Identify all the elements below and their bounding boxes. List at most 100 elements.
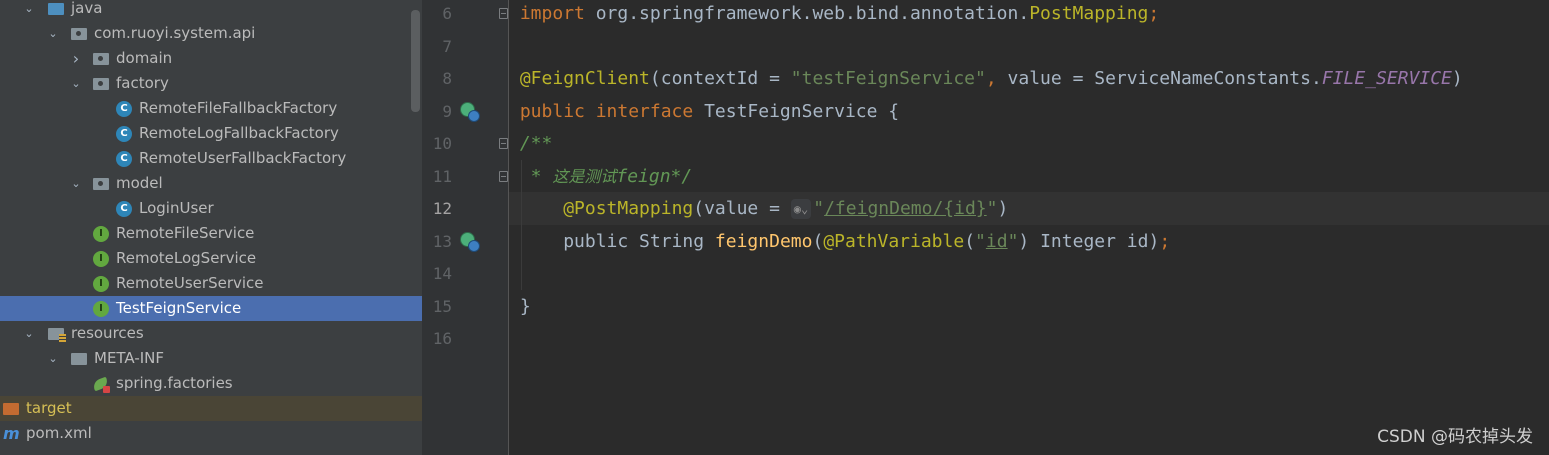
tree-item-meta-inf[interactable]: ⌄ META-INF	[0, 346, 422, 371]
tree-item-target[interactable]: target	[0, 396, 422, 421]
code-token: ;	[1159, 230, 1171, 252]
web-endpoint-gutter-icon[interactable]	[460, 231, 480, 252]
tree-item-testfeignservice[interactable]: I TestFeignService	[0, 296, 422, 321]
code-line[interactable]: @PostMapping(value = ◉⌄ "/feignDemo/{id}"…	[509, 192, 1549, 225]
code-token: @FeignClient	[519, 68, 650, 89]
code-line[interactable]: public interface TestFeignService {	[509, 95, 1549, 128]
tree-item-label: pom.xml	[26, 424, 92, 442]
code-token: @PostMapping	[563, 198, 694, 219]
tree-item-spring-factories[interactable]: spring.factories	[0, 371, 422, 396]
fold-marker-icon[interactable]	[499, 8, 508, 19]
tree-item-label: RemoteUserFallbackFactory	[139, 149, 347, 167]
tree-item-label: RemoteUserService	[116, 274, 264, 292]
tree-item-factory[interactable]: ⌄ factory	[0, 71, 422, 96]
excluded-folder-icon	[3, 401, 19, 417]
tree-item-label: LoginUser	[139, 199, 214, 217]
code-line[interactable]	[509, 257, 1549, 290]
code-token: org.springframework.web.bind.annotation.	[595, 3, 1030, 24]
chevron-down-icon[interactable]: ⌄	[22, 0, 36, 21]
code-token: import	[519, 3, 596, 24]
fold-marker-icon[interactable]	[499, 138, 508, 149]
code-token: /**	[519, 133, 553, 154]
code-line[interactable]: import org.springframework.web.bind.anno…	[509, 0, 1549, 30]
chevron-right-icon[interactable]: ›	[69, 46, 83, 71]
code-token: "testFeignService"	[790, 68, 986, 89]
package-icon	[93, 176, 109, 192]
line-number: 14	[432, 264, 452, 283]
line-number: 6	[442, 4, 452, 23]
interface-icon: I	[93, 301, 109, 317]
code-line[interactable]: }	[509, 290, 1549, 323]
code-token: feignDemo	[714, 230, 813, 252]
tree-item-remotefileservice[interactable]: I RemoteFileService	[0, 221, 422, 246]
tree-item-remoteuserservice[interactable]: I RemoteUserService	[0, 271, 422, 296]
class-icon: C	[116, 201, 132, 217]
code-token: "	[975, 230, 986, 252]
line-number: 15	[432, 296, 452, 316]
tree-item-label: TestFeignService	[116, 299, 242, 317]
code-token: ,	[985, 68, 1008, 89]
code-editor[interactable]: import org.springframework.web.bind.anno…	[509, 0, 1549, 455]
tree-item-label: RemoteFileFallbackFactory	[139, 99, 338, 117]
tree-item-resources[interactable]: ⌄ resources	[0, 321, 422, 346]
code-token: (	[964, 230, 976, 252]
chevron-down-icon[interactable]: ⌄	[46, 21, 60, 46]
fold-marker-icon[interactable]	[499, 170, 508, 182]
ide-window: ⌄ java ⌄ com.ruoyi.system.api › domain ⌄ factor…	[0, 0, 1549, 455]
class-icon: C	[116, 126, 132, 142]
tree-item-remotelogfallbackfactory[interactable]: C RemoteLogFallbackFactory	[0, 121, 422, 146]
interface-icon: I	[93, 251, 109, 267]
interface-icon: I	[93, 226, 109, 242]
url-inlay-hint-icon[interactable]: ◉⌄	[790, 199, 812, 219]
tree-item-label: spring.factories	[116, 374, 233, 392]
code-token: )	[997, 198, 1009, 219]
tree-item-remotelogservice[interactable]: I RemoteLogService	[0, 246, 422, 271]
code-line[interactable]	[509, 30, 1549, 63]
code-token: id	[985, 230, 1008, 252]
package-icon	[71, 26, 87, 42]
tree-item-label: META-INF	[94, 349, 165, 367]
chevron-down-icon[interactable]: ⌄	[69, 171, 83, 196]
implementations-gutter-icon[interactable]	[460, 101, 480, 122]
code-line[interactable]	[509, 322, 1549, 355]
source-folder-icon	[48, 1, 64, 17]
chevron-down-icon[interactable]: ⌄	[69, 71, 83, 96]
tree-item-loginuser[interactable]: C LoginUser	[0, 196, 422, 221]
line-number: 7	[442, 36, 452, 56]
tree-item-label: RemoteLogService	[116, 249, 257, 267]
line-number: 8	[442, 69, 452, 88]
watermark: CSDN @码农掉头发	[1377, 427, 1533, 447]
code-line[interactable]: @FeignClient(contextId = "testFeignServi…	[509, 62, 1549, 95]
code-line[interactable]: public String feignDemo(@PathVariable("i…	[509, 225, 1549, 258]
line-number: 10	[432, 134, 452, 153]
tree-item-label: target	[26, 399, 72, 417]
code-token: PostMapping	[1029, 3, 1149, 24]
code-line[interactable]: /**	[509, 127, 1549, 160]
tree-item-domain[interactable]: › domain	[0, 46, 422, 71]
tree-item-model[interactable]: ⌄ model	[0, 171, 422, 196]
code-token: (contextId =	[649, 68, 791, 89]
project-tree-scrollbar[interactable]	[411, 10, 420, 112]
class-icon: C	[116, 151, 132, 167]
tree-item-remoteuserfallbackfactory[interactable]: C RemoteUserFallbackFactory	[0, 146, 422, 171]
chevron-down-icon[interactable]: ⌄	[46, 346, 60, 371]
tree-item-label: resources	[71, 324, 144, 342]
code-line[interactable]: * 这是测试feign*/	[509, 160, 1549, 193]
project-tree[interactable]: ⌄ java ⌄ com.ruoyi.system.api › domain ⌄ factor…	[0, 0, 422, 455]
tree-item-pom-xml[interactable]: m pom.xml	[0, 421, 422, 446]
chevron-down-icon[interactable]: ⌄	[22, 321, 36, 346]
tree-item-com-ruoyi-system-api[interactable]: ⌄ com.ruoyi.system.api	[0, 21, 422, 46]
class-icon: C	[116, 101, 132, 117]
code-token: FILE_SERVICE	[1321, 68, 1452, 89]
tree-item-remotefilefallbackfactory[interactable]: C RemoteFileFallbackFactory	[0, 96, 422, 121]
tree-item-java[interactable]: ⌄ java	[0, 0, 422, 21]
